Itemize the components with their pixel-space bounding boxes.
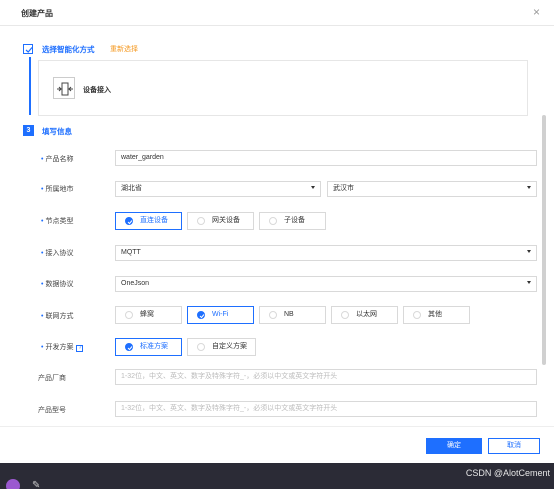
network-option-wifi[interactable]: Wi-Fi [187, 306, 254, 324]
radio-icon [269, 311, 277, 319]
data-protocol-label: • 数据协议 [41, 281, 74, 288]
dev-plan-label: • 开发方案? [41, 342, 84, 352]
access-protocol-label: • 接入协议 [41, 250, 74, 257]
model-label: 产品型号 [38, 407, 66, 414]
radio-checked-icon [125, 343, 133, 351]
city-select[interactable]: 武汉市 [327, 181, 537, 197]
node-type-option-direct[interactable]: 直连设备 [115, 212, 182, 230]
step3-title: 填写信息 [42, 127, 72, 136]
province-select[interactable]: 湖北省 [115, 181, 321, 197]
dialog-footer: 确定 取消 [0, 426, 554, 463]
dialog-title: 创建产品 [21, 9, 53, 18]
chevron-down-icon [527, 186, 531, 189]
radio-icon [413, 311, 421, 319]
radio-icon [269, 217, 277, 225]
ok-button[interactable]: 确定 [426, 438, 482, 454]
product-name-input[interactable]: water_garden [115, 150, 537, 166]
device-access-icon [53, 77, 75, 99]
device-access-label: 设备接入 [83, 87, 111, 94]
pen-icon[interactable]: ✎ [32, 480, 40, 489]
dialog-header: 创建产品 × [0, 0, 554, 26]
chevron-down-icon [311, 186, 315, 189]
dev-plan-option-custom[interactable]: 自定义方案 [187, 338, 256, 356]
network-option-other[interactable]: 其他 [403, 306, 470, 324]
node-type-option-sub[interactable]: 子设备 [259, 212, 326, 230]
network-label: • 联网方式 [41, 313, 74, 320]
create-product-dialog: 创建产品 × 选择智能化方式 重新选择 设备接入 3 填写信息 • 产品名称 w… [0, 0, 554, 463]
model-input[interactable]: 1-32位，中文、英文、数字及特殊字符_-，必须以中文或英文字符开头 [115, 401, 537, 417]
watermark: CSDN @AlotCement [465, 468, 550, 478]
product-name-label: • 产品名称 [41, 156, 74, 163]
region-label: • 所属地市 [41, 186, 74, 193]
network-option-nb[interactable]: NB [259, 306, 326, 324]
step-done-check-icon [23, 44, 33, 54]
app-orb-icon[interactable] [6, 479, 20, 489]
radio-checked-icon [125, 217, 133, 225]
taskbar: ✎ CSDN @AlotCement [0, 463, 554, 489]
scrollbar[interactable] [542, 115, 546, 365]
dev-plan-option-standard[interactable]: 标准方案 [115, 338, 182, 356]
radio-icon [197, 343, 205, 351]
step1-title: 选择智能化方式 [42, 45, 95, 54]
step3-number-badge: 3 [23, 125, 34, 136]
step-connector-line [29, 57, 31, 115]
device-access-card: 设备接入 [38, 60, 528, 116]
radio-icon [125, 311, 133, 319]
manufacturer-label: 产品厂商 [38, 375, 66, 382]
network-option-cellular[interactable]: 蜂窝 [115, 306, 182, 324]
close-icon[interactable]: × [533, 5, 540, 19]
help-icon[interactable]: ? [76, 345, 84, 352]
dialog-body[interactable]: 选择智能化方式 重新选择 设备接入 3 填写信息 • 产品名称 water_gar… [0, 27, 554, 427]
radio-checked-icon [197, 311, 205, 319]
node-type-label: • 节点类型 [41, 218, 74, 225]
access-protocol-select[interactable]: MQTT [115, 245, 537, 261]
node-type-option-gateway[interactable]: 网关设备 [187, 212, 254, 230]
network-option-ethernet[interactable]: 以太网 [331, 306, 398, 324]
data-protocol-select[interactable]: OneJson [115, 276, 537, 292]
radio-icon [197, 217, 205, 225]
cancel-button[interactable]: 取消 [488, 438, 540, 454]
chevron-down-icon [527, 281, 531, 284]
manufacturer-input[interactable]: 1-32位，中文、英文、数字及特殊字符_-，必须以中文或英文字符开头 [115, 369, 537, 385]
chevron-down-icon [527, 250, 531, 253]
radio-icon [341, 311, 349, 319]
reselect-link[interactable]: 重新选择 [110, 44, 138, 54]
